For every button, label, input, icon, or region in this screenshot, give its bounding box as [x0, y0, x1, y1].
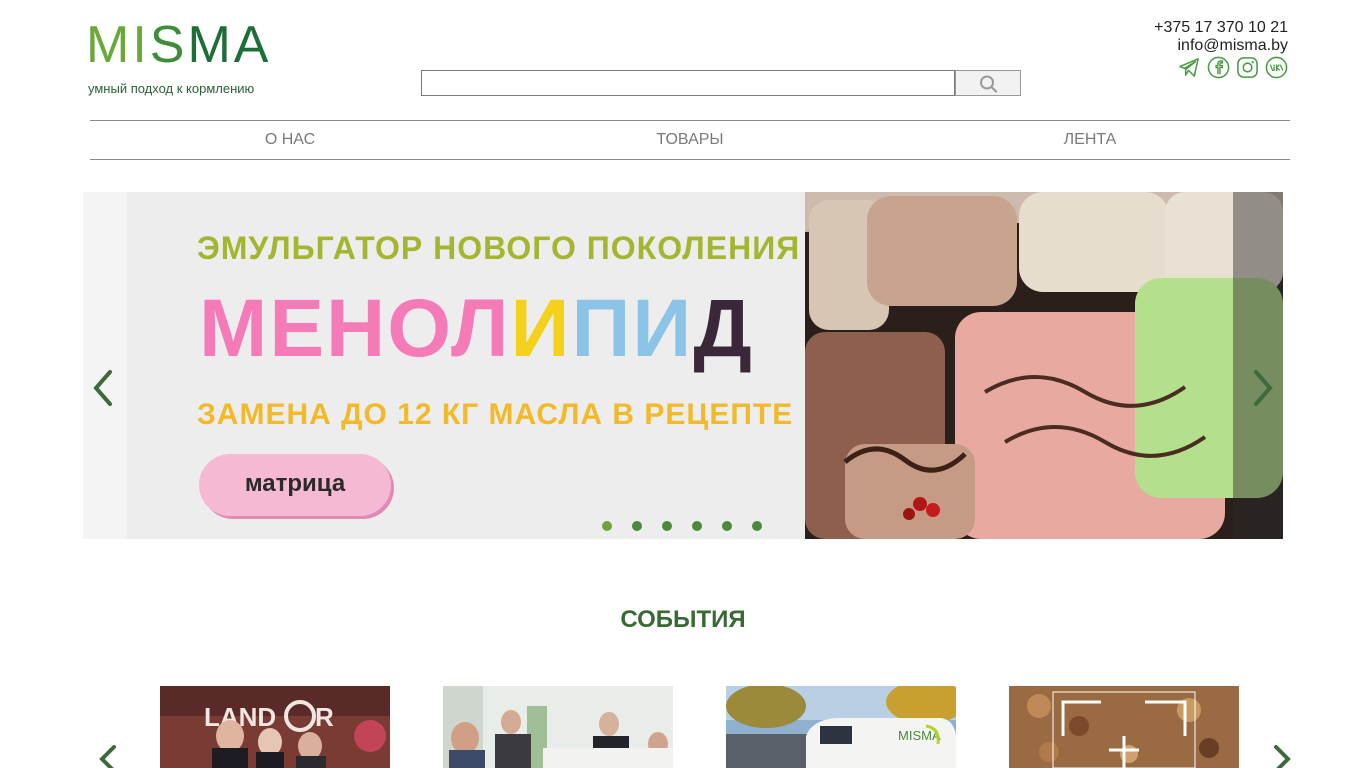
chevron-left-icon	[99, 745, 116, 768]
nav-item-about[interactable]: О НАС	[90, 121, 490, 159]
banner-pill: матрица	[199, 454, 391, 516]
banner-title-letter: И	[632, 283, 694, 374]
svg-text:R: R	[315, 702, 334, 732]
search-bar	[421, 70, 1021, 96]
slider-dot[interactable]	[662, 521, 672, 531]
ice-cream-photo	[805, 192, 1283, 539]
logo-letter: A	[233, 16, 272, 74]
search-icon	[980, 75, 998, 93]
banner-panel[interactable]: ЭМУЛЬГАТОР НОВОГО ПОКОЛЕНИЯ МЕНОЛИПИД ЗА…	[127, 192, 805, 539]
chevron-right-icon	[1254, 370, 1273, 406]
search-button[interactable]	[955, 70, 1021, 96]
banner-title-letter: Л	[450, 283, 511, 374]
slider-dot[interactable]	[602, 521, 612, 531]
event-card[interactable]	[443, 686, 673, 768]
slider-dot[interactable]	[632, 521, 642, 531]
slide-next-preview	[1233, 192, 1283, 539]
slider-next-button[interactable]	[1248, 368, 1278, 408]
slider-dot[interactable]	[692, 521, 702, 531]
banner-title-letter: И	[510, 283, 572, 374]
chevron-left-icon	[93, 370, 112, 406]
instagram-icon[interactable]	[1236, 56, 1259, 79]
banner-tagline: ЗАМЕНА ДО 12 КГ МАСЛА В РЕЦЕПТЕ	[197, 398, 794, 431]
logo-letter: S	[149, 16, 188, 74]
social-links	[1178, 56, 1288, 79]
event-photo-feed-closeup	[1009, 686, 1239, 768]
chevron-right-icon	[1274, 745, 1291, 768]
search-input[interactable]	[421, 70, 955, 96]
vk-icon[interactable]	[1265, 56, 1288, 79]
logo-letter: M	[86, 16, 133, 74]
contacts: +375 17 370 10 21 info@misma.by	[1154, 19, 1288, 55]
banner-subtitle: ЭМУЛЬГАТОР НОВОГО ПОКОЛЕНИЯ	[197, 230, 801, 266]
banner-title-text: МЕНОЛИПИД	[199, 283, 754, 374]
banner-title-letter: Н	[326, 283, 388, 374]
banner-title: МЕНОЛИПИД	[199, 284, 754, 374]
banner-title-letter: М	[199, 283, 270, 374]
logo-letter: M	[187, 16, 234, 74]
banner-title-letter: Е	[269, 283, 327, 374]
logo-wordmark: MISMA	[86, 18, 271, 72]
slide-edge	[83, 192, 127, 539]
slider-dots	[602, 521, 762, 531]
ice-cream-illustration	[805, 192, 1283, 539]
slider-prev-button[interactable]	[88, 368, 118, 408]
logo-wordmark-text: MISMA	[86, 16, 271, 74]
event-card[interactable]: LAND R	[160, 686, 390, 768]
events-heading: СОБЫТИЯ	[620, 606, 746, 633]
events-next-button[interactable]	[1270, 745, 1296, 768]
logo-tagline: умный подход к кормлению	[88, 81, 255, 96]
banner-title-letter: Д	[693, 283, 754, 374]
event-card[interactable]	[1009, 686, 1239, 768]
email-link[interactable]: info@misma.by	[1154, 37, 1289, 55]
event-photo-meeting	[443, 686, 673, 768]
phone-link[interactable]: +375 17 370 10 21	[1154, 19, 1288, 37]
hero-slider: ЭМУЛЬГАТОР НОВОГО ПОКОЛЕНИЯ МЕНОЛИПИД ЗА…	[83, 192, 1283, 539]
nav-item-feed[interactable]: ЛЕНТА	[890, 121, 1290, 159]
banner-title-letter: О	[387, 283, 451, 374]
event-photo-misma-van: MISMA	[726, 686, 956, 768]
misma-logo[interactable]: MISMA умный подход к кормлению	[86, 18, 292, 100]
event-photo-landor-booth: LAND R	[160, 686, 390, 768]
slider-dot[interactable]	[722, 521, 732, 531]
event-card[interactable]: MISMA	[726, 686, 956, 768]
slider-dot[interactable]	[752, 521, 762, 531]
banner-title-letter: П	[571, 283, 633, 374]
facebook-icon[interactable]	[1207, 56, 1230, 79]
main-nav: О НАС ТОВАРЫ ЛЕНТА	[90, 120, 1290, 160]
nav-item-products[interactable]: ТОВАРЫ	[490, 121, 890, 159]
logo-letter: I	[132, 16, 150, 74]
events-prev-button[interactable]	[94, 745, 120, 768]
telegram-icon[interactable]	[1178, 56, 1201, 79]
